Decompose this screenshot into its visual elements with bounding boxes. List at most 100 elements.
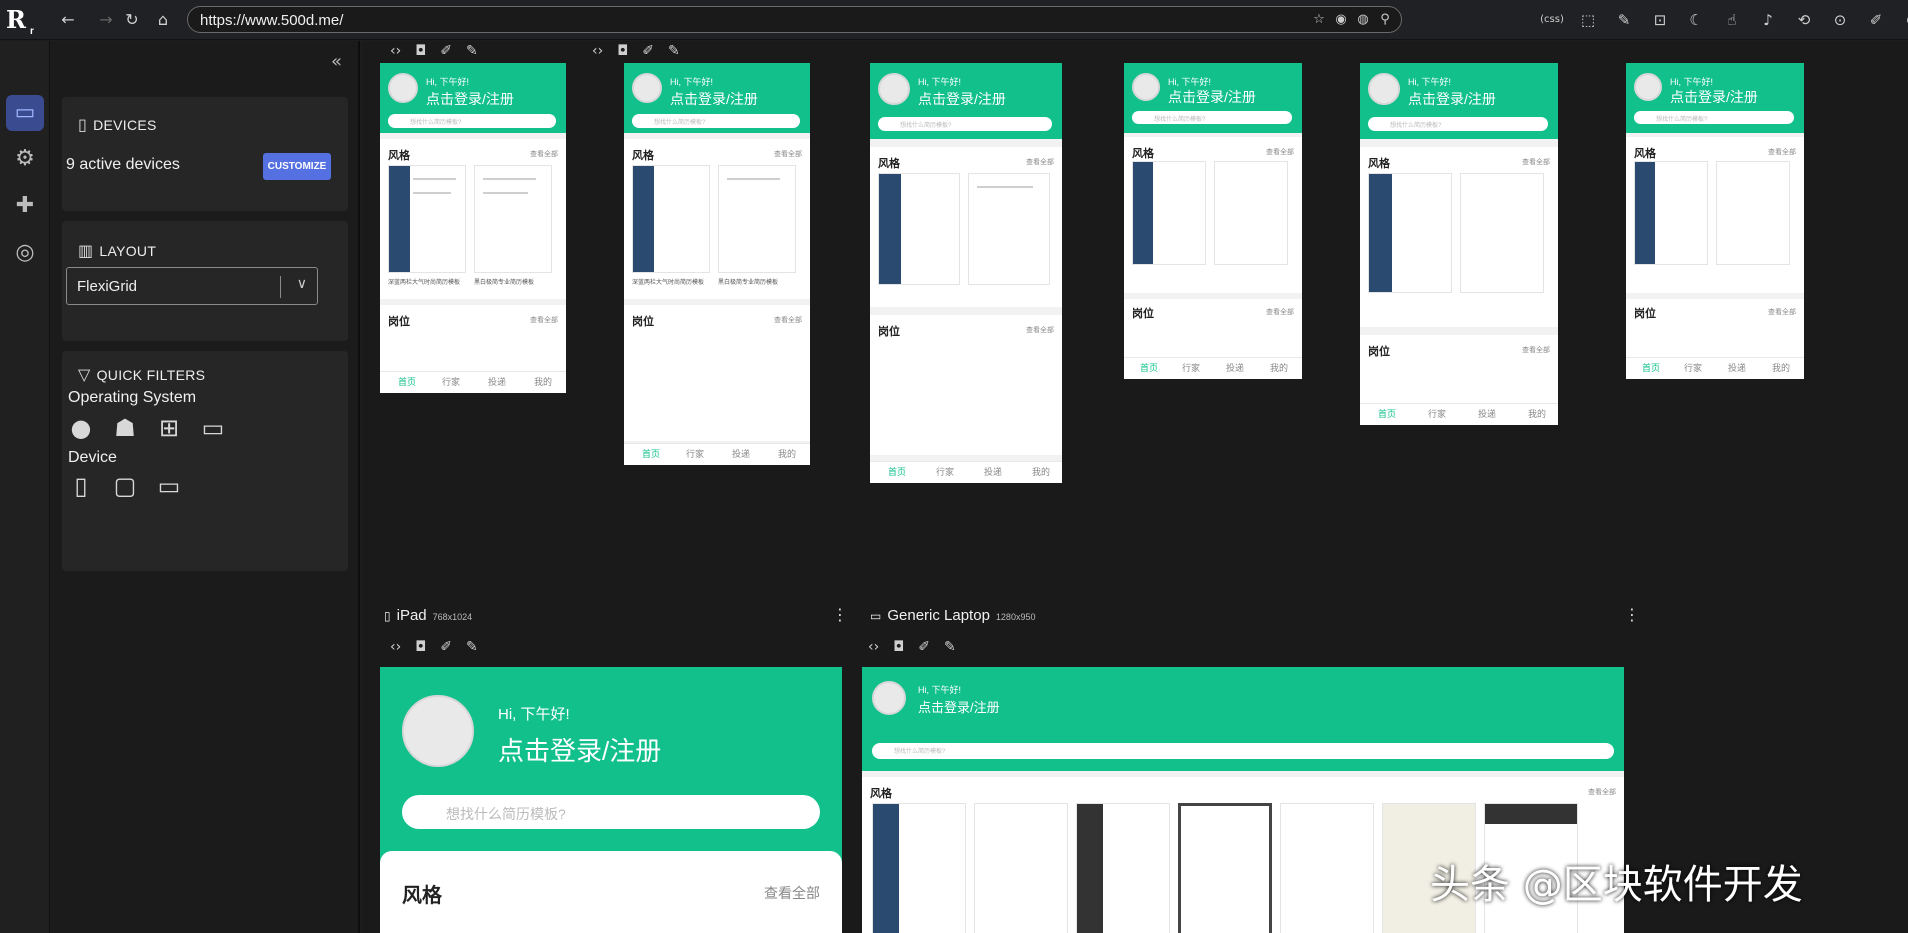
job-more-link[interactable]: 查看全部	[1026, 325, 1054, 335]
login-link[interactable]: 点击登录/注册	[498, 731, 661, 768]
tab-deliver[interactable]: 投递	[1226, 361, 1244, 374]
camera-icon[interactable]: ◘	[617, 43, 628, 59]
tab-deliver[interactable]: 投递	[984, 465, 1002, 478]
style-more-link[interactable]: 查看全部	[1266, 147, 1294, 157]
windows-icon[interactable]: ⊞	[154, 413, 184, 443]
style-more-link[interactable]: 查看全部	[1026, 157, 1054, 167]
edit-icon[interactable]: ✎	[466, 43, 478, 59]
forward-icon[interactable]: →	[96, 10, 116, 30]
ruler-icon[interactable]: ⊡	[1648, 8, 1672, 32]
collapse-panel-icon[interactable]: «	[331, 51, 342, 72]
login-link[interactable]: 点击登录/注册	[1670, 87, 1758, 107]
inspect-icon[interactable]: ⬚	[1576, 8, 1600, 32]
job-more-link[interactable]: 查看全部	[774, 315, 802, 325]
ipad-more-icon[interactable]: ⋮	[832, 605, 848, 624]
gear-icon[interactable]: ⚙	[6, 141, 44, 177]
tab-mine[interactable]: 我的	[534, 375, 552, 388]
android-icon[interactable]: ☗	[110, 413, 140, 443]
sound-icon[interactable]: ♪	[1756, 8, 1780, 32]
job-more-link[interactable]: 查看全部	[1522, 345, 1550, 355]
chevron-down-icon[interactable]: ∨	[297, 276, 307, 292]
phone-icon[interactable]: ▯	[66, 471, 96, 501]
tab-home[interactable]: 首页	[642, 447, 660, 460]
zoom-in-icon[interactable]: ⊕	[1900, 8, 1908, 32]
search-input[interactable]: 想找什么简历模板?	[872, 743, 1614, 759]
search-input[interactable]: 想找什么简历模板?	[402, 795, 820, 829]
login-link[interactable]: 点击登录/注册	[918, 89, 1006, 109]
template-thumb[interactable]	[718, 165, 796, 273]
tab-expert[interactable]: 行家	[686, 447, 704, 460]
tablet-icon[interactable]: ▢	[110, 471, 140, 501]
star-icon[interactable]: ☆	[1311, 11, 1327, 29]
search-input[interactable]: 想找什么简历模板?	[1368, 117, 1548, 131]
device-preview[interactable]: Hi, 下午好! 点击登录/注册 想找什么简历模板? 风格 查看全部 岗位 查看…	[1124, 63, 1302, 379]
style-more-link[interactable]: 查看全部	[774, 149, 802, 159]
code-icon[interactable]: ‹›	[390, 639, 401, 655]
device-preview[interactable]: Hi, 下午好! 点击登录/注册 想找什么简历模板? 风格 查看全部 深蓝两栏大…	[624, 63, 810, 465]
template-thumb[interactable]	[872, 803, 966, 933]
device-preview[interactable]: Hi, 下午好! 点击登录/注册 想找什么简历模板? 风格 查看全部 岗位 查看…	[870, 63, 1062, 483]
template-thumb[interactable]	[968, 173, 1050, 285]
template-thumb[interactable]	[388, 165, 466, 273]
template-thumb[interactable]	[878, 173, 960, 285]
code-icon[interactable]: ‹›	[390, 43, 401, 59]
template-thumb[interactable]	[1178, 803, 1272, 933]
template-thumb[interactable]	[1716, 161, 1790, 265]
monitor-icon[interactable]: ▭	[154, 471, 184, 501]
tab-home[interactable]: 首页	[1140, 361, 1158, 374]
edit-icon[interactable]: ✎	[944, 639, 956, 655]
tab-mine[interactable]: 我的	[1772, 361, 1790, 374]
url-input[interactable]	[200, 11, 1340, 29]
palette-icon[interactable]: ◍	[1355, 11, 1371, 29]
login-link[interactable]: 点击登录/注册	[918, 697, 1000, 716]
tab-home[interactable]: 首页	[398, 375, 416, 388]
job-more-link[interactable]: 查看全部	[530, 315, 558, 325]
template-thumb[interactable]	[1076, 803, 1170, 933]
template-thumb[interactable]	[1132, 161, 1206, 265]
back-icon[interactable]: ←	[58, 10, 78, 30]
tab-mine[interactable]: 我的	[1032, 465, 1050, 478]
devices-icon[interactable]: ▭	[6, 95, 44, 131]
extension-icon[interactable]: ◉	[1333, 11, 1349, 29]
camera-icon[interactable]: ◘	[415, 639, 426, 655]
edit-icon[interactable]: ✎	[1612, 8, 1636, 32]
color-picker-icon[interactable]: ✐	[1864, 8, 1888, 32]
job-more-link[interactable]: 查看全部	[1266, 307, 1294, 317]
edit-icon[interactable]: ✎	[668, 43, 680, 59]
style-more-link[interactable]: 查看全部	[764, 883, 820, 903]
tab-mine[interactable]: 我的	[1528, 407, 1546, 420]
picker-icon[interactable]: ✐	[918, 639, 930, 655]
apple-icon[interactable]: ●	[66, 413, 96, 443]
style-more-link[interactable]: 查看全部	[1588, 787, 1616, 797]
tab-deliver[interactable]: 投递	[488, 375, 506, 388]
customize-button[interactable]: CUSTOMIZE	[263, 153, 331, 180]
search-input[interactable]: 想找什么简历模板?	[1634, 111, 1794, 124]
search-input[interactable]: 想找什么简历模板?	[632, 114, 800, 128]
picker-icon[interactable]: ✐	[440, 639, 452, 655]
camera-icon[interactable]: ◘	[893, 639, 904, 655]
tab-mine[interactable]: 我的	[778, 447, 796, 460]
template-thumb[interactable]	[1634, 161, 1708, 265]
tab-expert[interactable]: 行家	[1684, 361, 1702, 374]
tab-deliver[interactable]: 投递	[1478, 407, 1496, 420]
code-icon[interactable]: ‹›	[592, 43, 603, 59]
template-thumb[interactable]	[1368, 173, 1452, 293]
template-thumb[interactable]	[1214, 161, 1288, 265]
picker-icon[interactable]: ✐	[440, 43, 452, 59]
link-icon[interactable]: ⚲	[1377, 11, 1393, 29]
tab-home[interactable]: 首页	[1642, 361, 1660, 374]
laptop-more-icon[interactable]: ⋮	[1624, 605, 1640, 624]
tab-expert[interactable]: 行家	[1182, 361, 1200, 374]
login-link[interactable]: 点击登录/注册	[1408, 89, 1496, 109]
tab-expert[interactable]: 行家	[936, 465, 954, 478]
tab-deliver[interactable]: 投递	[732, 447, 750, 460]
picker-icon[interactable]: ✐	[642, 43, 654, 59]
screenshot-icon[interactable]: ⊙	[1828, 8, 1852, 32]
globe-icon[interactable]: ◎	[6, 235, 44, 271]
desktop-os-icon[interactable]: ▭	[198, 413, 228, 443]
template-thumb[interactable]	[1280, 803, 1374, 933]
tab-home[interactable]: 首页	[1378, 407, 1396, 420]
style-more-link[interactable]: 查看全部	[1522, 157, 1550, 167]
home-icon[interactable]: ⌂	[153, 10, 173, 30]
address-bar[interactable]: ☆ ◉ ◍ ⚲	[187, 6, 1402, 33]
